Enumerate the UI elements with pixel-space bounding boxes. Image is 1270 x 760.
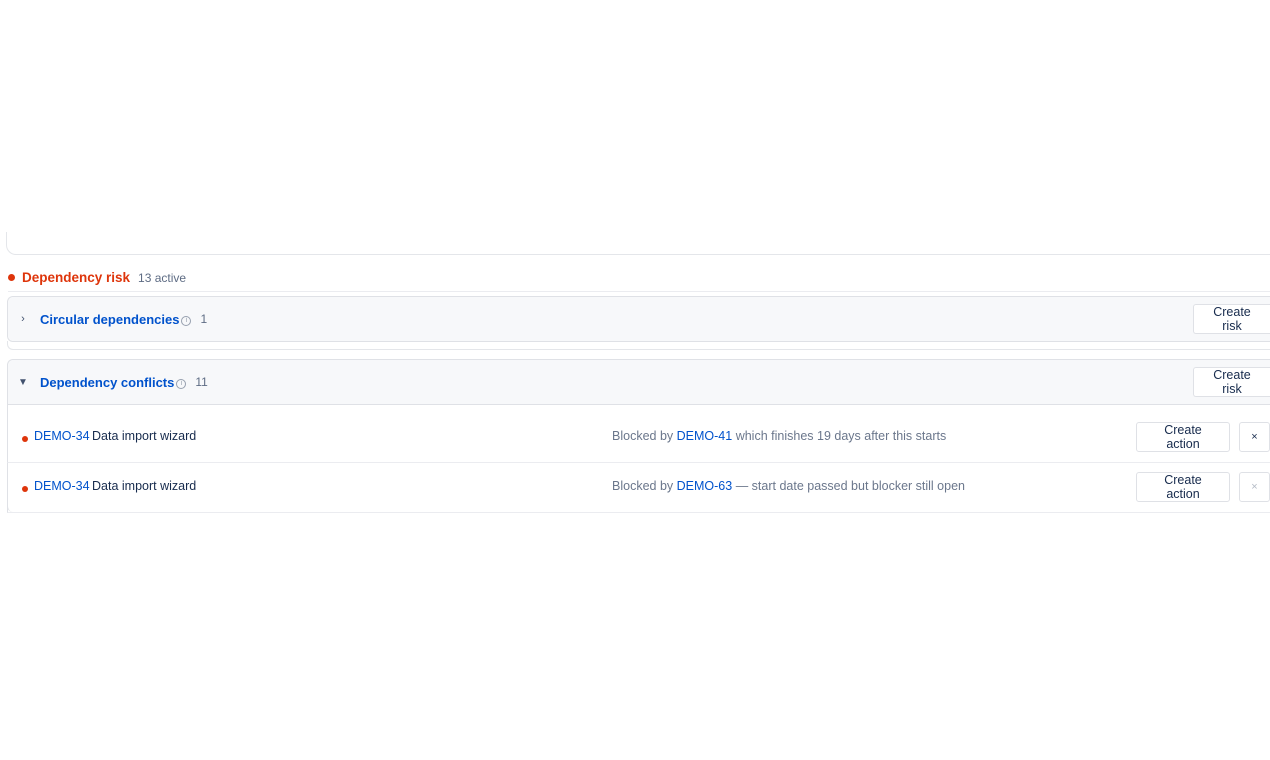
reason-suffix: — start date passed but blocker still op… (735, 479, 965, 493)
list-item: DEMO-34 Data import wizard Blocked by DE… (7, 413, 1270, 463)
info-icon[interactable]: i (176, 378, 187, 389)
dismiss-button[interactable]: × (1239, 422, 1270, 452)
group-title[interactable]: Dependency conflicts (40, 375, 174, 390)
create-risk-button[interactable]: Create risk (1193, 367, 1270, 397)
group-count: 1 (200, 312, 208, 326)
issue-key-link[interactable]: DEMO-34 (34, 479, 90, 493)
reason-prefix: Blocked by (612, 479, 674, 493)
create-risk-button[interactable]: Create risk (1193, 304, 1270, 334)
blocker-key-link[interactable]: DEMO-41 (677, 429, 733, 443)
info-icon[interactable]: i (181, 315, 192, 326)
status-dot (22, 436, 28, 442)
group-header[interactable]: ▼ Dependency conflicts i 11 Create risk (8, 360, 1270, 405)
create-action-button[interactable]: Create action (1136, 472, 1230, 502)
group-header[interactable]: › Circular dependencies i 1 Create risk (8, 297, 1270, 341)
issue-title: Data import wizard (92, 429, 197, 443)
create-action-button[interactable]: Create action (1136, 422, 1230, 452)
risk-section-title: Dependency risk (22, 270, 131, 285)
issue-title: Data import wizard (92, 479, 197, 493)
conflict-reason: Blocked by DEMO-41 which finishes 19 day… (612, 429, 946, 443)
blocker-key-link[interactable]: DEMO-63 (677, 479, 733, 493)
status-dot (22, 486, 28, 492)
group-count: 11 (195, 375, 208, 389)
group-title[interactable]: Circular dependencies (40, 312, 179, 327)
risk-active-count: 13 active (138, 270, 187, 285)
chevron-down-icon[interactable]: ▼ (14, 377, 32, 388)
reason-prefix: Blocked by (612, 429, 674, 443)
risk-status-dot (8, 274, 15, 281)
group-circular-dependencies: › Circular dependencies i 1 Create risk (7, 296, 1270, 342)
list-item: DEMO-34 Data import wizard Blocked by DE… (7, 463, 1270, 513)
reason-suffix: which finishes 19 days after this starts (735, 429, 947, 443)
dismiss-button[interactable]: × (1239, 472, 1270, 502)
chevron-right-icon[interactable]: › (14, 313, 32, 325)
dependency-risk-header: Dependency risk 13 active (8, 270, 186, 285)
conflict-reason: Blocked by DEMO-63 — start date passed b… (612, 479, 965, 493)
previous-card-edge (6, 232, 1270, 255)
issue-key-link[interactable]: DEMO-34 (34, 429, 90, 443)
group-shadow-edge (7, 341, 1270, 350)
divider (8, 291, 1270, 292)
